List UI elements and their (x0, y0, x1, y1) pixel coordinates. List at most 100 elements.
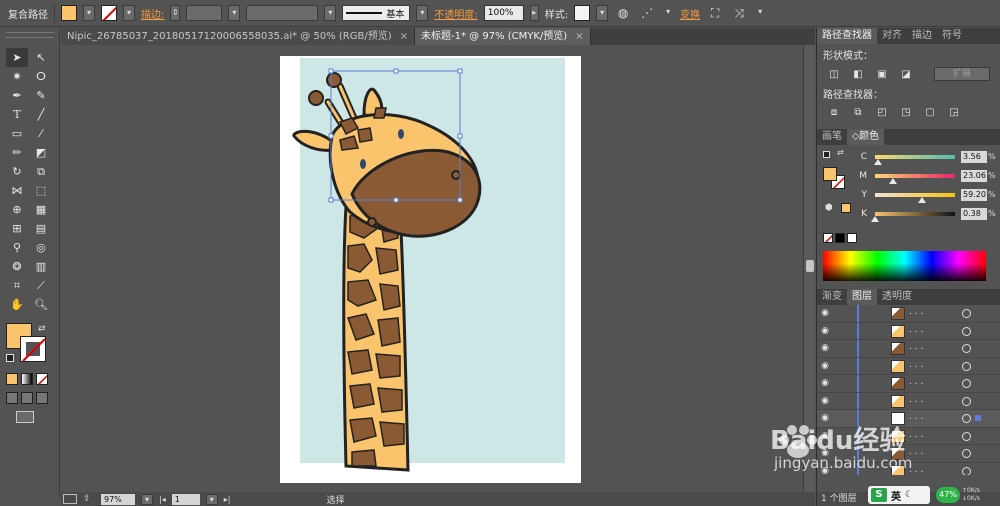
slider-track[interactable] (875, 173, 955, 184)
layer-row[interactable]: ◉ . . . (817, 322, 1000, 340)
value-c[interactable]: 3.56 (961, 150, 987, 163)
gradient-mode-icon[interactable] (21, 373, 33, 385)
zoom-field[interactable]: 97% (101, 493, 135, 505)
brush-definition[interactable]: 基本 (342, 5, 411, 21)
share-icon[interactable]: ⇪ (83, 494, 95, 504)
unite-icon[interactable]: ◫ (827, 68, 841, 81)
brush-dropdown[interactable]: ▾ (416, 5, 429, 21)
width-tool-icon[interactable]: ⋈ (6, 181, 28, 200)
blend-tool-icon[interactable]: ◎ (30, 238, 52, 257)
exclude-icon[interactable]: ◪ (899, 68, 913, 81)
minus-front-icon[interactable]: ◧ (851, 68, 865, 81)
tab-color[interactable]: ⬦颜色 (847, 129, 884, 145)
graphic-style-swatch[interactable] (574, 5, 591, 21)
arrange-icon[interactable]: ⤨ (730, 4, 748, 22)
shape-builder-tool-icon[interactable]: ⊕ (6, 200, 28, 219)
tab-gradient[interactable]: 渐变 (817, 289, 847, 305)
recolor-icon[interactable]: ◍ (614, 4, 632, 22)
color-mode-icon[interactable] (6, 373, 18, 385)
fill-swatch[interactable] (61, 5, 77, 21)
slider-track[interactable] (871, 211, 955, 222)
transform-link[interactable]: 变换 (680, 6, 700, 21)
close-icon[interactable]: × (400, 28, 408, 45)
opacity-dropdown[interactable]: ▸ (529, 5, 539, 21)
stroke-weight-dropdown[interactable]: ▾ (228, 5, 241, 21)
crop-icon[interactable]: ◳ (899, 106, 913, 119)
swap-fill-stroke-icon[interactable]: ⇄ (38, 324, 46, 334)
merge-icon[interactable]: ◰ (875, 106, 889, 119)
layer-name[interactable]: . . . (909, 325, 923, 335)
magic-wand-tool-icon[interactable]: ✷ (6, 67, 28, 86)
layer-row[interactable]: ◉ . . . (817, 392, 1000, 410)
slider-thumb-m[interactable] (889, 177, 898, 184)
zoom-dropdown[interactable]: ▾ (141, 493, 153, 505)
variable-width-profile[interactable] (246, 5, 319, 21)
giraffe-artwork[interactable] (280, 56, 581, 483)
target-circle-icon[interactable] (962, 396, 971, 406)
eyedropper-tool-icon[interactable]: ⚲ (6, 238, 28, 257)
zoom-tool-icon[interactable]: 🔍︎ (30, 295, 52, 314)
symbol-sprayer-tool-icon[interactable]: ❂ (6, 257, 28, 276)
slider-track[interactable] (874, 154, 955, 165)
artboard[interactable] (280, 56, 581, 483)
pencil-tool-icon[interactable]: ✏ (6, 143, 28, 162)
expand-button[interactable]: 扩展 (934, 67, 990, 81)
column-graph-tool-icon[interactable]: ▥ (30, 257, 52, 276)
layer-name[interactable]: . . . (909, 342, 923, 352)
tab-pathfinder[interactable]: 路径查找器 (817, 28, 877, 44)
scrollbar-thumb[interactable] (806, 260, 814, 272)
outline-icon[interactable]: ▢ (923, 106, 937, 119)
slider-thumb-y[interactable] (918, 196, 927, 203)
value-m[interactable]: 23.06 (961, 169, 987, 182)
lasso-tool-icon[interactable]: ⵔ (30, 67, 52, 86)
hand-tool-icon[interactable]: ✋ (6, 295, 28, 314)
stroke-weight-stepper[interactable]: ⇕ (170, 5, 181, 21)
eraser-tool-icon[interactable]: ◩ (30, 143, 52, 162)
target-circle-icon[interactable] (962, 309, 971, 318)
pen-tool-icon[interactable]: ✒ (6, 86, 28, 105)
tab-layers[interactable]: 图层 (847, 289, 877, 305)
artboard-dropdown[interactable]: ▾ (205, 493, 218, 505)
rotate-tool-icon[interactable]: ↻ (6, 162, 28, 181)
fill-dropdown-arrow[interactable]: ▾ (83, 5, 95, 21)
perspective-grid-tool-icon[interactable]: ▦ (30, 200, 52, 219)
tab-untitled-document[interactable]: 未标题-1* @ 97% (CMYK/预览) × (415, 28, 591, 45)
tab-align[interactable]: 对齐 (877, 28, 907, 44)
artboard-tool-icon[interactable]: ⌗ (6, 276, 28, 295)
tab-stroke[interactable]: 描边 (907, 28, 937, 44)
direct-selection-tool-icon[interactable]: ↖ (30, 48, 52, 67)
artboard-number-field[interactable]: 1 (171, 493, 200, 505)
isolate-icon[interactable]: ⛶ (706, 4, 724, 22)
target-circle-icon[interactable] (962, 361, 971, 371)
first-artboard-icon[interactable]: |◂ (159, 495, 166, 504)
value-k[interactable]: 0.38 (961, 207, 987, 220)
slider-c[interactable]: C 3.56 % (843, 147, 996, 166)
slider-track[interactable] (875, 192, 955, 203)
mesh-tool-icon[interactable]: ⊞ (6, 219, 28, 238)
stroke-color-box[interactable] (20, 336, 46, 362)
visibility-eye-icon[interactable]: ◉ (817, 361, 833, 371)
draw-behind-icon[interactable] (21, 392, 33, 404)
slider-k[interactable]: K 0.38 % (843, 204, 996, 223)
layer-row[interactable]: ◉ . . . (817, 375, 1000, 393)
target-circle-icon[interactable] (962, 379, 971, 388)
graphic-style-dropdown[interactable]: ▾ (596, 5, 609, 21)
screen-mode-icon[interactable] (16, 411, 34, 423)
profile-dropdown[interactable]: ▾ (324, 5, 337, 21)
gradient-tool-icon[interactable]: ▤ (30, 219, 52, 238)
stroke-swatch[interactable] (101, 5, 117, 21)
default-fill-stroke-icon[interactable] (6, 354, 14, 362)
ime-bar[interactable]: S 英 ☾ (868, 486, 930, 504)
none-mode-icon[interactable] (36, 373, 48, 385)
visibility-eye-icon[interactable]: ◉ (817, 378, 833, 388)
slider-y[interactable]: Y 59.20 % (843, 185, 996, 204)
canvas-area[interactable] (61, 45, 803, 492)
tab-transparency[interactable]: 透明度 (877, 289, 917, 305)
cube-icon[interactable]: ⬢ (825, 203, 833, 213)
visibility-eye-icon[interactable]: ◉ (817, 326, 833, 336)
line-tool-icon[interactable]: ╱ (30, 105, 52, 124)
draw-inside-icon[interactable] (36, 392, 48, 404)
paintbrush-tool-icon[interactable]: ⁄ (30, 124, 52, 143)
trim-icon[interactable]: ⧉ (851, 106, 865, 119)
layer-name[interactable]: . . . (909, 360, 923, 370)
